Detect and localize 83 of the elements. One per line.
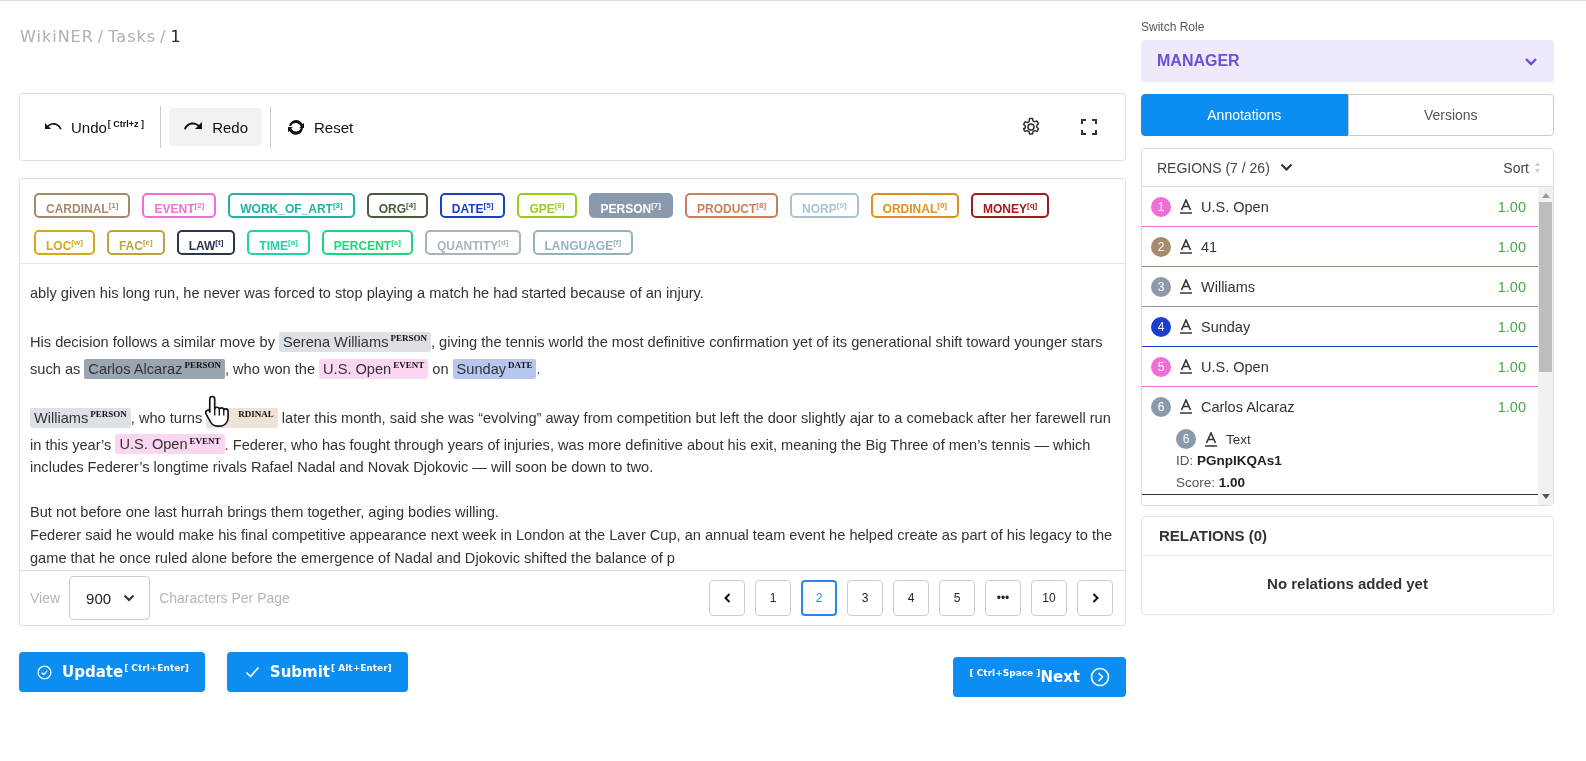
region-number: 2: [1151, 236, 1171, 257]
text-type-icon: [1179, 399, 1193, 414]
scrollbar[interactable]: [1538, 187, 1553, 505]
page-size-select[interactable]: 900: [69, 576, 151, 621]
label-tag[interactable]: CARDINAL$^{[1]}$: [34, 193, 131, 218]
region-text: 41: [1201, 238, 1219, 255]
text-type-icon: [1179, 239, 1193, 254]
fullscreen-icon[interactable]: [1081, 119, 1097, 135]
next-page-button[interactable]: [1077, 580, 1113, 617]
tab[interactable]: Versions: [1347, 94, 1554, 136]
view-label: View: [30, 590, 61, 607]
chevron-down-icon: [123, 594, 136, 603]
page-button[interactable]: 10: [1031, 580, 1067, 617]
region-score: 1.00: [1497, 318, 1526, 335]
region-text: U.S. Open: [1201, 198, 1270, 215]
region-item[interactable]: 1 U.S. Open 1.00: [1142, 187, 1538, 226]
region-item[interactable]: 2 41 1.00: [1142, 227, 1538, 266]
region-number: 5: [1151, 356, 1171, 377]
page-button[interactable]: 5: [939, 580, 975, 617]
role-select[interactable]: MANAGER: [1141, 40, 1554, 82]
text-type-icon: [1179, 199, 1193, 214]
page-button[interactable]: 1: [755, 580, 791, 617]
relations-empty-message: No relations added yet: [1266, 574, 1429, 594]
page-button[interactable]: 4: [893, 580, 929, 617]
scroll-down-icon[interactable]: [1541, 494, 1550, 499]
region-item[interactable]: 3 Williams 1.00: [1142, 267, 1538, 306]
region-score: 1.00: [1497, 198, 1526, 215]
region-number: 6: [1176, 429, 1196, 449]
text-type-icon: [1204, 431, 1218, 447]
paragraph: His decision follows a similar move by Serena Williams$^{PERSON}$ , giving the tennis world the most definitive confirmation yet of its generational shift toward younger stars such as Carlos Alcaraz$^{PERSON}$ , who won the U.S. Open$^{EVENT}$ on Sunday$^{DATE}$ .: [30, 330, 1104, 381]
region-text: U.S. Open: [1201, 358, 1270, 375]
reset-button[interactable]: Reset: [279, 108, 362, 146]
chevron-down-icon[interactable]: [1279, 163, 1293, 172]
region-type: Text: [1226, 431, 1252, 447]
page-button[interactable]: •••: [985, 580, 1021, 617]
previous-page-button[interactable]: [709, 580, 745, 617]
breadcrumb-separator: /: [97, 27, 105, 48]
arrow-circle-icon: [1090, 667, 1110, 687]
region-score: 1.00: [1497, 238, 1526, 255]
page-button[interactable]: 3: [847, 580, 883, 617]
label-tag[interactable]: DATE$^{[5]}$: [439, 193, 506, 218]
region-number: 3: [1151, 276, 1171, 297]
region-number: 6: [1151, 396, 1171, 417]
chevron-down-icon: [1524, 56, 1538, 66]
check-circle-icon: [37, 664, 52, 680]
region-text: Carlos Alcaraz: [1201, 398, 1296, 415]
paragraph: But not before one last hurrah brings them together, aging bodies willing.: [30, 503, 500, 523]
region-item[interactable]: 5 U.S. Open 1.00: [1142, 347, 1538, 386]
chevron-left-icon: [723, 593, 731, 604]
region-text: Williams: [1201, 278, 1256, 295]
switch-role-label: Switch Role: [1141, 20, 1206, 34]
region-score: 1.00: [1497, 278, 1526, 295]
per-page-label: Characters Per Page: [159, 590, 290, 607]
region-number: 1: [1151, 196, 1171, 217]
region-score: 1.00: [1497, 398, 1526, 415]
paragraph: Federer said he would make his final competitive appearance next week in London at the Laver Cup, an annual team event he helped create as part of his legacy to the game that he once ruled alone before the emergence of Nadal and Djokovic shifted the balance of p: [30, 526, 1114, 569]
sort-icon: [1534, 161, 1541, 174]
region-text: Sunday: [1201, 318, 1252, 335]
redo-button[interactable]: Redo: [169, 108, 262, 146]
relations-title: RELATIONS (0): [1142, 517, 1553, 556]
text-type-icon: [1179, 359, 1193, 374]
region-item[interactable]: 6 Carlos Alcaraz 1.00: [1142, 387, 1538, 426]
reset-icon: [287, 118, 305, 136]
region-item[interactable]: 4 Sunday 1.00: [1142, 307, 1538, 346]
paragraph: ably given his long run, he never was forced to stop playing a match he had started because of an injury.: [30, 284, 705, 303]
label-tag[interactable]: LAW$^{[t]}$: [176, 230, 236, 255]
label-tag[interactable]: ORG$^{[4]}$: [366, 193, 428, 218]
breadcrumb-separator: /: [160, 27, 167, 48]
chevron-right-icon: [1091, 593, 1099, 604]
sort-button[interactable]: Sort: [1503, 159, 1529, 176]
text-type-icon: [1179, 319, 1193, 334]
check-icon: [244, 666, 260, 678]
text-type-icon: [1179, 279, 1193, 294]
region-id: ID: PGnpIKQAs1: [1176, 452, 1283, 470]
regions-title: REGIONS (7 / 26): [1157, 159, 1270, 176]
label-tag[interactable]: MONEY$^{[q]}$: [971, 193, 1050, 218]
region-number: 4: [1151, 316, 1171, 337]
settings-icon[interactable]: [1021, 117, 1041, 137]
region-score-detail: Score: 1.00: [1176, 474, 1247, 492]
region-score: 1.00: [1497, 358, 1526, 375]
breadcrumb-current: 1: [170, 27, 182, 48]
page-button[interactable]: 2: [801, 580, 837, 617]
paragraph: Williams$^{PERSON}$ , who turns $^{RDINAL}$ later this month, said she was “evolving” away from competition but left the door slightly ajar to a comeback after her farewell run in this year’s U.S. Open$^{EVENT}$ . Federer, who has fought through years of injuries, was more definitive about his exit, meaning the Big Three of men’s tennis — which includes Federer’s longtime rivals Rafael Nadal and Novak Djokovic — will soon be down to two.: [30, 402, 1115, 480]
